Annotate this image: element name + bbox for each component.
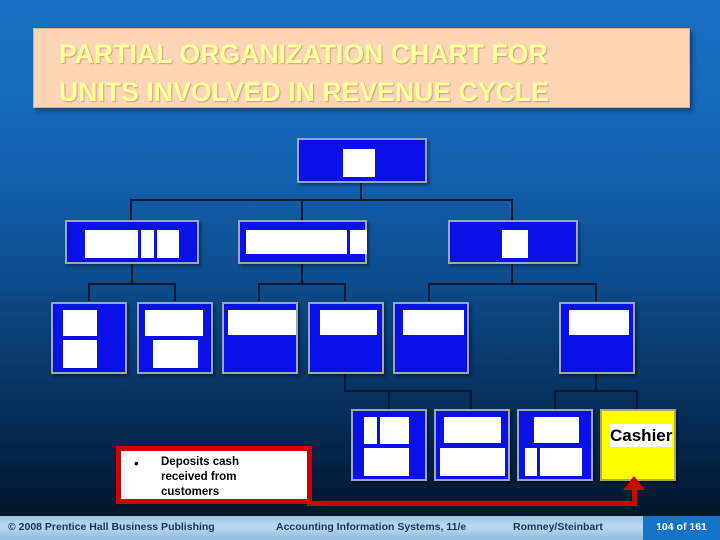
redacted-text-block <box>444 417 501 443</box>
org-node-n5[interactable] <box>51 302 127 374</box>
connector-bus-right4 <box>554 390 638 392</box>
connector-stem-n8 <box>344 374 346 391</box>
org-node-n13[interactable] <box>517 409 593 481</box>
title-banner: PARTIAL ORGANIZATION CHART FOR UNITS INV… <box>33 28 690 108</box>
connector-bus-left4 <box>388 390 472 392</box>
connector-drop-n4 <box>511 199 513 221</box>
org-node-n9[interactable] <box>393 302 469 374</box>
connector-drop-n2 <box>130 199 132 221</box>
connector-stem-n2 <box>131 263 133 284</box>
redacted-text-block <box>364 417 377 444</box>
callout-arrow-vertical-left <box>307 446 312 506</box>
redacted-text-block <box>343 149 375 177</box>
redacted-text-block <box>380 417 409 444</box>
callout-box: • Deposits cash received from customers <box>116 446 312 504</box>
connector-drop-n6 <box>174 283 176 301</box>
connector-drop-n12 <box>470 390 472 409</box>
redacted-text-block <box>320 310 377 335</box>
connector-drop-n5 <box>88 283 90 301</box>
org-node-n1[interactable] <box>297 138 427 183</box>
callout-text: Deposits cash received from customers <box>161 456 239 498</box>
redacted-text-block <box>540 448 582 476</box>
footer-copyright: © 2008 Prentice Hall Business Publishing <box>8 521 215 533</box>
connector-drop-n13 <box>554 390 556 409</box>
connector-drop-n8 <box>344 283 346 301</box>
connector-drop-n9 <box>428 283 430 301</box>
org-node-n12[interactable] <box>434 409 510 481</box>
org-node-n3[interactable] <box>238 220 367 264</box>
redacted-text-block <box>63 340 97 368</box>
connector-bus-n4 <box>428 283 597 285</box>
connector-bus-n2 <box>88 283 176 285</box>
redacted-text-block <box>502 230 528 258</box>
footer-authors: Romney/Steinbart <box>513 521 603 533</box>
redacted-text-block <box>569 310 629 335</box>
connector-drop-n3 <box>301 199 303 221</box>
cashier-label: Cashier <box>610 424 673 447</box>
connector-bus-left4-link <box>344 390 390 392</box>
page-number: 104 of 161 <box>656 521 707 533</box>
org-node-n11[interactable] <box>351 409 427 481</box>
connector-drop-n14 <box>636 390 638 409</box>
redacted-text-block <box>228 310 296 335</box>
connector-stem-n3 <box>301 263 303 284</box>
redacted-text-block <box>440 448 505 476</box>
org-node-n2[interactable] <box>65 220 199 264</box>
slide-canvas: PARTIAL ORGANIZATION CHART FOR UNITS INV… <box>0 0 720 540</box>
redacted-text-block <box>364 448 409 476</box>
redacted-text-block <box>145 310 203 336</box>
redacted-text-block <box>525 448 537 476</box>
callout-arrow-vertical-right <box>632 488 637 506</box>
callout-arrow-head-icon <box>623 476 645 490</box>
redacted-text-block <box>157 230 179 258</box>
connector-level2-bus <box>130 199 513 201</box>
footer-bar: © 2008 Prentice Hall Business Publishing… <box>0 516 720 540</box>
callout-arrow-horizontal <box>307 501 637 506</box>
redacted-text-block <box>403 310 464 335</box>
org-node-n7[interactable] <box>222 302 298 374</box>
redacted-text-block <box>350 230 367 254</box>
connector-stem-n10 <box>595 374 597 391</box>
redacted-text-block <box>85 230 138 258</box>
org-node-n8[interactable] <box>308 302 384 374</box>
connector-drop-n11 <box>388 390 390 409</box>
page-title: PARTIAL ORGANIZATION CHART FOR UNITS INV… <box>59 39 549 107</box>
redacted-text-block <box>246 230 347 254</box>
connector-bus-n3 <box>258 283 346 285</box>
redacted-text-block <box>534 417 579 443</box>
connector-drop-n10 <box>595 283 597 301</box>
org-node-n6[interactable] <box>137 302 213 374</box>
redacted-text-block <box>63 310 97 336</box>
org-node-cashier[interactable]: Cashier <box>600 409 676 481</box>
redacted-text-block <box>141 230 154 258</box>
org-node-n4[interactable] <box>448 220 578 264</box>
redacted-text-block <box>153 340 198 368</box>
callout-bullet-icon: • <box>134 456 139 471</box>
footer-book-title: Accounting Information Systems, 11/e <box>276 521 467 533</box>
page-number-badge: 104 of 161 <box>643 516 720 540</box>
connector-stem-n4 <box>511 263 513 284</box>
org-node-n10[interactable] <box>559 302 635 374</box>
connector-drop-n7 <box>258 283 260 301</box>
